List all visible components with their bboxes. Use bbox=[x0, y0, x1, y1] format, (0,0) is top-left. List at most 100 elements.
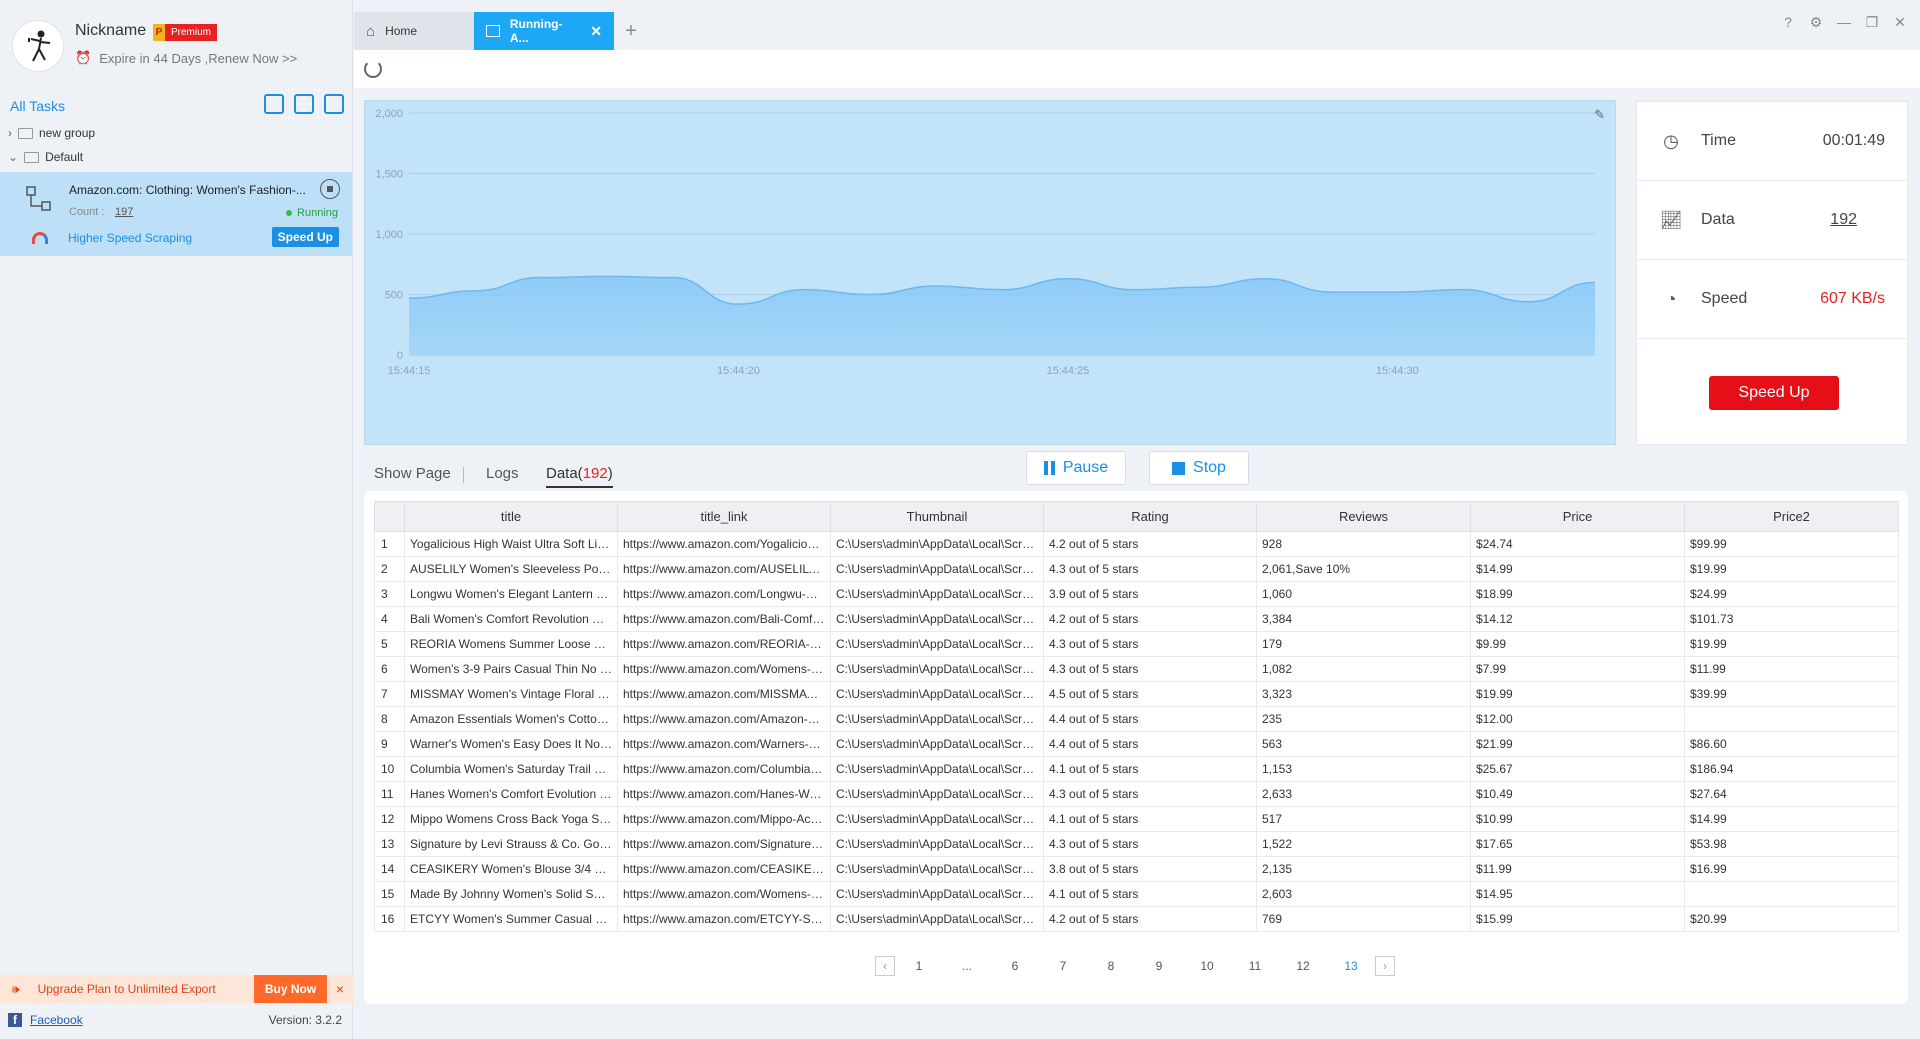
tab-logs[interactable]: Logs bbox=[486, 465, 519, 482]
workflow-icon bbox=[26, 186, 51, 211]
column-header[interactable]: Price bbox=[1470, 501, 1685, 532]
pause-button[interactable]: Pause bbox=[1026, 451, 1126, 485]
table-row[interactable]: 1 Yogalicious High Waist Ultra Soft Light… bbox=[374, 531, 1899, 557]
help-icon[interactable]: ? bbox=[1780, 14, 1796, 30]
page-number[interactable]: 12 bbox=[1279, 959, 1327, 973]
page-number[interactable]: 7 bbox=[1039, 959, 1087, 973]
table-header-row: title title_link Thumbnail Rating Reviews Pri… bbox=[374, 501, 1899, 532]
table-cell: https://www.amazon.com/Womens-Pairs bbox=[617, 656, 831, 682]
next-page-icon[interactable]: › bbox=[1375, 956, 1395, 976]
table-cell: 4.1 out of 5 stars bbox=[1043, 881, 1257, 907]
tab-running[interactable]: Running-A... ✕ bbox=[474, 12, 614, 50]
table-row[interactable]: 7MISSMAY Women's Vintage Floral Lace Dre… bbox=[374, 681, 1899, 707]
table-row[interactable]: 16ETCYY Women's Summer Casual Sleeveless… bbox=[374, 906, 1899, 932]
tab-home[interactable]: ⌂ Home bbox=[354, 12, 474, 50]
table-cell: C:\Users\admin\AppData\Local\Scraper bbox=[830, 856, 1044, 882]
close-window-icon[interactable]: ✕ bbox=[1892, 14, 1908, 30]
upgrade-link[interactable]: 🕪 Upgrade Plan to Unlimited Export bbox=[0, 975, 254, 1003]
column-header[interactable] bbox=[374, 501, 405, 532]
x-tick-label: 15:44:30 bbox=[1376, 365, 1419, 377]
table-cell bbox=[1684, 706, 1899, 732]
table-cell: AUSELILY Women's Sleeveless Pockets Casu… bbox=[404, 556, 618, 582]
status-dot-icon bbox=[286, 210, 293, 216]
column-header[interactable]: Reviews bbox=[1256, 501, 1471, 532]
speed-up-button[interactable]: Speed Up bbox=[1709, 376, 1839, 410]
search-task-icon[interactable] bbox=[324, 94, 344, 114]
buy-now-button[interactable]: Buy Now bbox=[254, 975, 327, 1003]
facebook-link-row[interactable]: f Facebook bbox=[8, 1013, 83, 1027]
table-row[interactable]: 4 Bali Women's Comfort Revolution Shaping… bbox=[374, 606, 1899, 632]
table-row[interactable]: 3 Longwu Women's Elegant Lantern Sleeve ht… bbox=[374, 581, 1899, 607]
sidebar: Nickname P Premium ⏰ Expire in 44 Days ,… bbox=[0, 0, 353, 1039]
close-icon[interactable]: × bbox=[327, 975, 353, 1003]
column-header[interactable]: title_link bbox=[617, 501, 831, 532]
stop-task-icon[interactable] bbox=[320, 179, 340, 199]
stat-speed: ◔ Speed 607 KB/s bbox=[1637, 260, 1907, 339]
import-task-icon[interactable] bbox=[264, 94, 284, 114]
refresh-icon[interactable] bbox=[364, 60, 382, 78]
column-header[interactable]: Rating bbox=[1043, 501, 1257, 532]
data-count-link[interactable]: 192 bbox=[1830, 211, 1857, 229]
page-number[interactable]: 13 bbox=[1327, 959, 1375, 973]
tree-group-default[interactable]: ⌄ Default bbox=[8, 146, 83, 168]
task-card[interactable]: Amazon.com: Clothing: Women's Fashion-..… bbox=[0, 172, 352, 256]
table-row[interactable]: 14 CEASIKERY Women's Blouse 3/4 Sleeve htt… bbox=[374, 856, 1899, 882]
stop-button[interactable]: Stop bbox=[1149, 451, 1249, 485]
new-task-icon[interactable] bbox=[294, 94, 314, 114]
gear-icon[interactable]: ⚙ bbox=[1808, 14, 1824, 30]
y-tick-label: 1,500 bbox=[375, 169, 403, 181]
add-tab-button[interactable]: + bbox=[614, 12, 648, 50]
window-controls: ? ⚙ — ❐ ✕ bbox=[1780, 14, 1908, 31]
table-cell: https://www.amazon.com/MISSMAY-Womens bbox=[617, 681, 831, 707]
tree-group-new-group[interactable]: › new group bbox=[8, 122, 95, 144]
table-row[interactable]: 5 REORIA Womens Summer Loose V Neck https:… bbox=[374, 631, 1899, 657]
avatar[interactable] bbox=[12, 20, 64, 72]
table-row[interactable]: 8 Amazon Essentials Women's Cotton Tee htt… bbox=[374, 706, 1899, 732]
facebook-link[interactable]: Facebook bbox=[30, 1013, 83, 1027]
page-number[interactable]: 11 bbox=[1231, 959, 1279, 973]
table-cell: C:\Users\admin\AppData\Local\Scraper bbox=[830, 606, 1044, 632]
all-tasks-label[interactable]: All Tasks bbox=[10, 98, 65, 114]
table-row[interactable]: 15Made By Johnny Women's Solid Short Sle… bbox=[374, 881, 1899, 907]
page-number[interactable]: 8 bbox=[1087, 959, 1135, 973]
task-speed-up-button[interactable]: Speed Up bbox=[271, 227, 339, 247]
table-row[interactable]: 9Warner's Women's Easy Does It No Bulge … bbox=[374, 731, 1899, 757]
table-cell: C:\Users\admin\AppData\Local\Scraper bbox=[830, 656, 1044, 682]
table-cell: $21.99 bbox=[1470, 731, 1685, 757]
page-number[interactable]: 10 bbox=[1183, 959, 1231, 973]
column-header[interactable]: title bbox=[404, 501, 618, 532]
tab-show-page[interactable]: Show Page bbox=[374, 465, 451, 482]
table-cell: 3,384 bbox=[1256, 606, 1471, 632]
expire-notice[interactable]: ⏰ Expire in 44 Days ,Renew Now >> bbox=[75, 50, 297, 66]
table-row[interactable]: 11 Hanes Women's Comfort Evolution Bra htt… bbox=[374, 781, 1899, 807]
count-value[interactable]: 197 bbox=[115, 206, 133, 218]
table-cell: $12.00 bbox=[1470, 706, 1685, 732]
edit-icon[interactable]: ✎ bbox=[1594, 107, 1605, 123]
restore-icon[interactable]: ❐ bbox=[1864, 14, 1880, 30]
table-row[interactable]: 12 Mippo Womens Cross Back Yoga Shirts htt… bbox=[374, 806, 1899, 832]
table-cell: https://www.amazon.com/REORIA-Womens bbox=[617, 631, 831, 657]
table-row[interactable]: 6Women's 3-9 Pairs Casual Thin No Show S… bbox=[374, 656, 1899, 682]
home-icon: ⌂ bbox=[366, 22, 376, 40]
page-number[interactable]: 9 bbox=[1135, 959, 1183, 973]
table-cell: 1,060 bbox=[1256, 581, 1471, 607]
divider bbox=[463, 467, 464, 483]
table-row[interactable]: 2AUSELILY Women's Sleeveless Pockets Cas… bbox=[374, 556, 1899, 582]
table-cell: https://www.amazon.com/Hanes-Womens bbox=[617, 781, 831, 807]
pause-icon bbox=[1043, 461, 1055, 475]
page-number[interactable]: ... bbox=[943, 959, 991, 973]
page-number[interactable]: 1 bbox=[895, 959, 943, 973]
page-number[interactable]: 6 bbox=[991, 959, 1039, 973]
column-header[interactable]: Price2 bbox=[1684, 501, 1899, 532]
table-cell: https://www.amazon.com/Columbia-Womens bbox=[617, 756, 831, 782]
upgrade-banner: 🕪 Upgrade Plan to Unlimited Export Buy N… bbox=[0, 975, 353, 1003]
table-cell: 4.2 out of 5 stars bbox=[1043, 906, 1257, 932]
prev-page-icon[interactable]: ‹ bbox=[875, 956, 895, 976]
close-tab-icon[interactable]: ✕ bbox=[590, 23, 602, 40]
minimize-icon[interactable]: — bbox=[1836, 14, 1852, 30]
table-row[interactable]: 10 Columbia Women's Saturday Trail Pant ht… bbox=[374, 756, 1899, 782]
tab-data[interactable]: Data(192) bbox=[546, 465, 613, 488]
column-header[interactable]: Thumbnail bbox=[830, 501, 1044, 532]
table-row[interactable]: 13Signature by Levi Strauss & Co. Gold L… bbox=[374, 831, 1899, 857]
table-cell: C:\Users\admin\AppData\Local\Scraper bbox=[830, 881, 1044, 907]
